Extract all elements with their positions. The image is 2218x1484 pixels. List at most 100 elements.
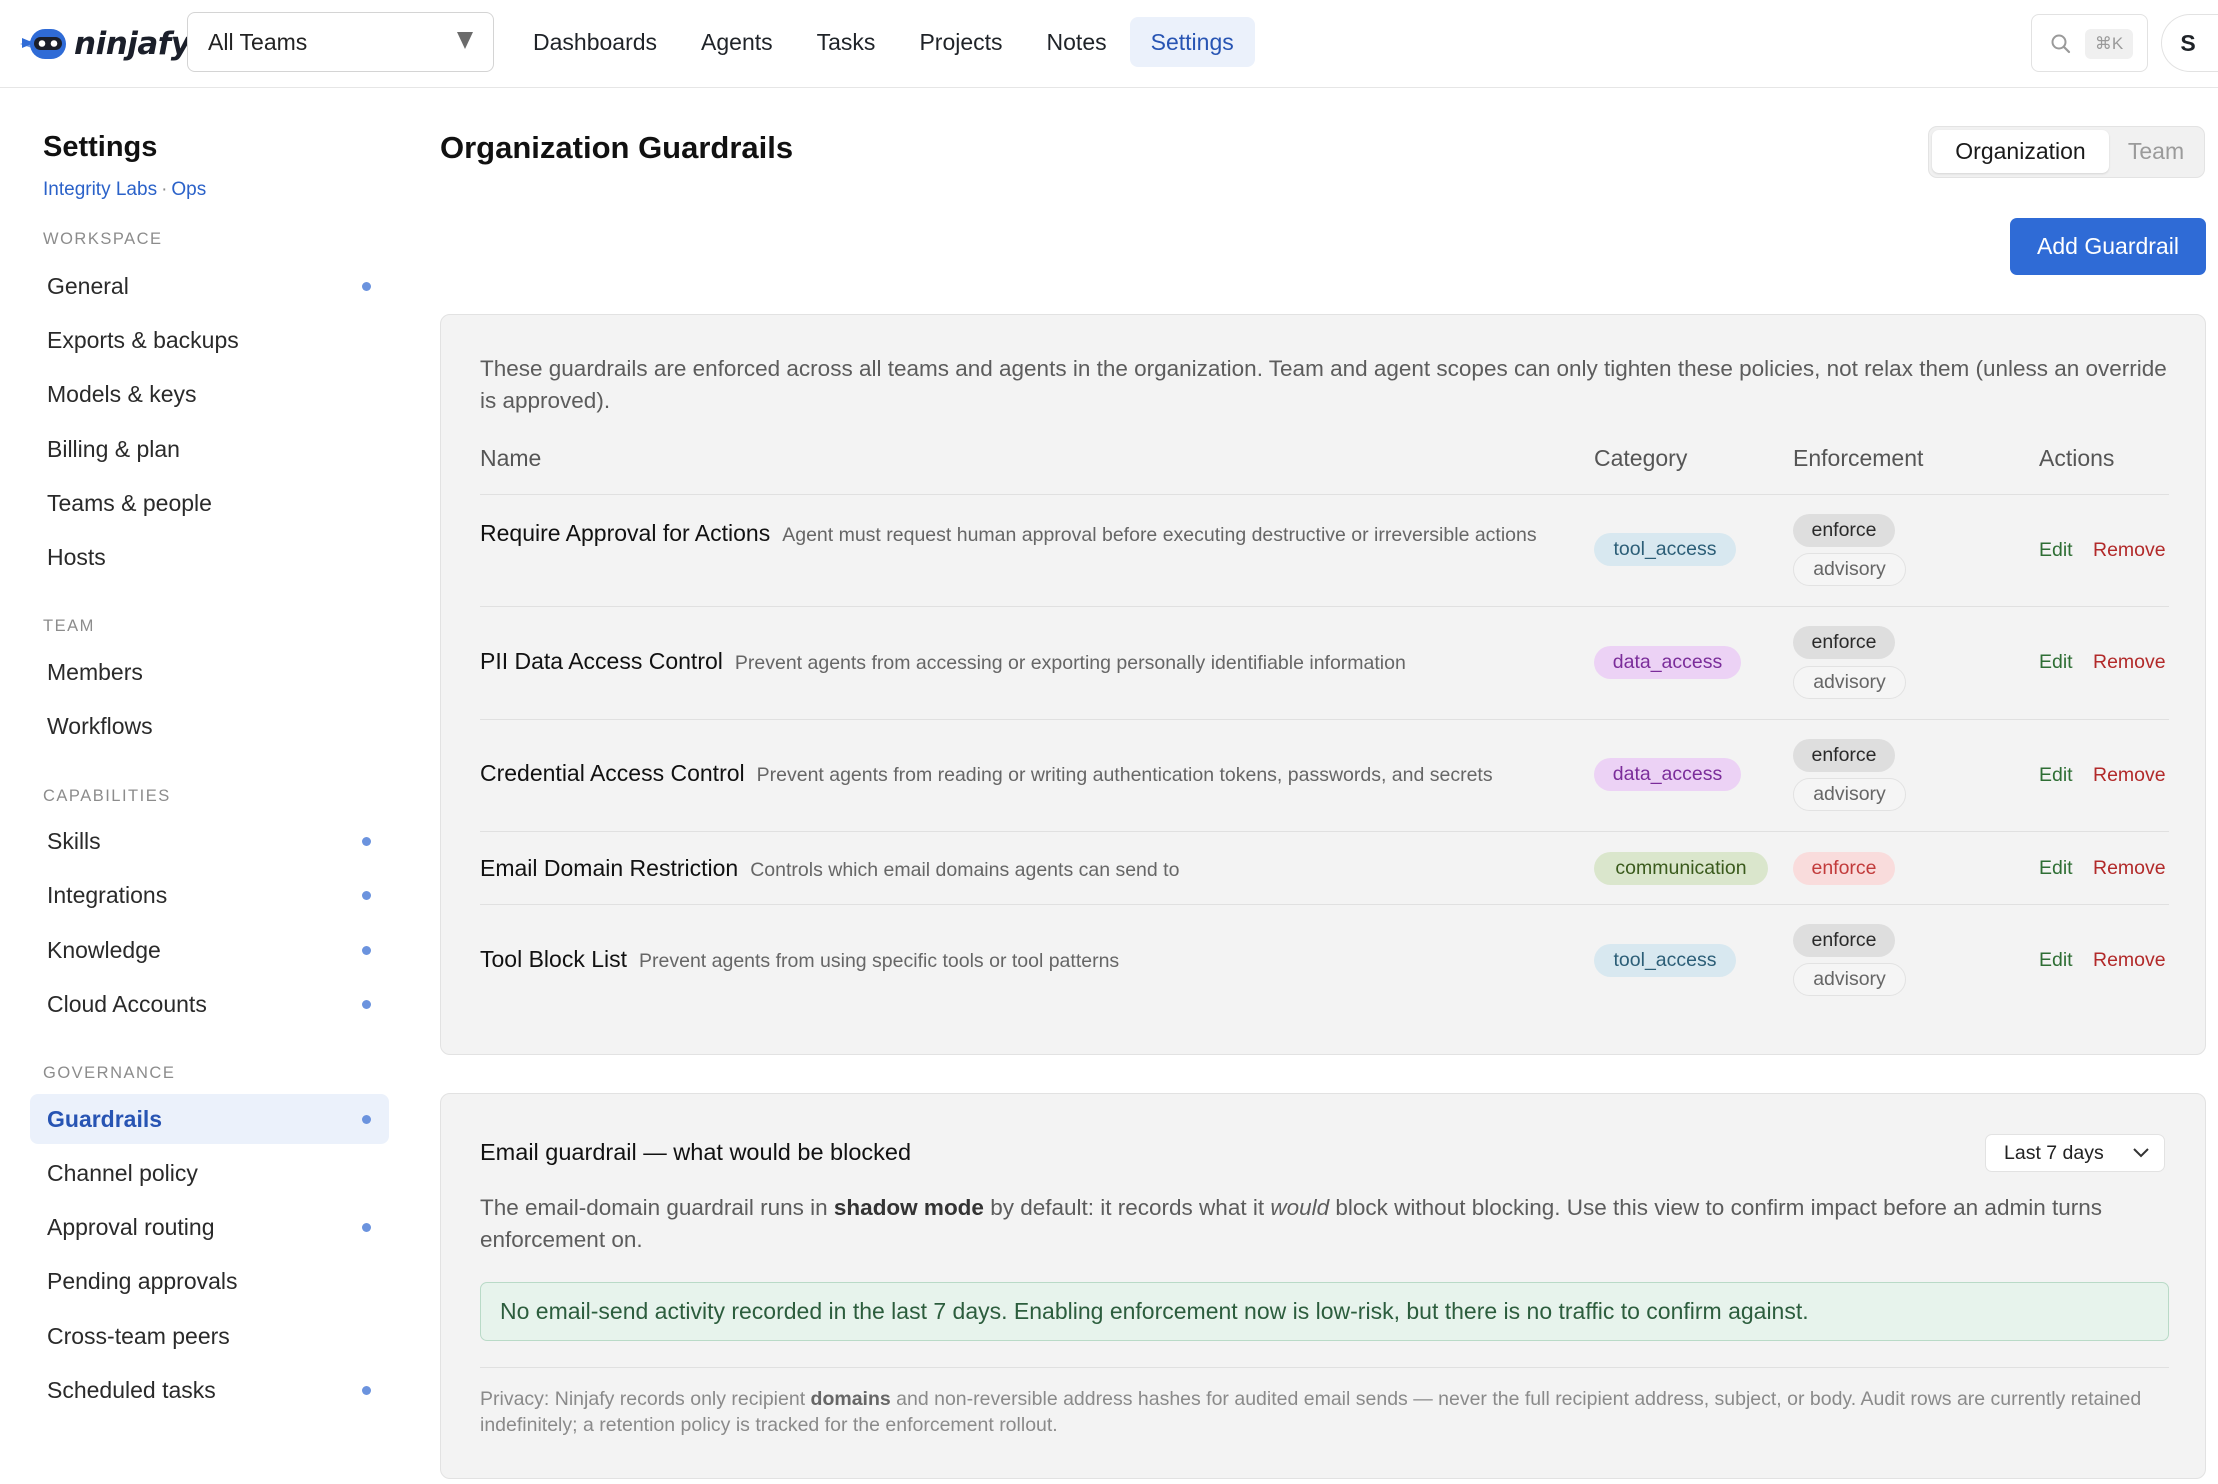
guardrail-name-cell: Credential Access Control Prevent agents …	[480, 757, 1590, 793]
chevron-down-icon	[2133, 1148, 2149, 1158]
remove-button[interactable]: Remove	[2093, 651, 2166, 674]
main-nav: Dashboards Agents Tasks Projects Notes S…	[512, 17, 1257, 67]
sidebar-item-label: Members	[47, 658, 143, 685]
sidebar-item-knowledge[interactable]: Knowledge	[30, 925, 389, 975]
scope-team[interactable]: Team	[2111, 130, 2201, 173]
status-dot	[362, 282, 371, 291]
edit-button[interactable]: Edit	[2039, 949, 2073, 972]
guardrail-name-cell: Email Domain Restriction Controls which e…	[480, 852, 1540, 888]
breadcrumb: Integrity Labs · Ops	[43, 179, 206, 201]
nav-projects[interactable]: Projects	[898, 17, 1023, 67]
guardrail-name-cell: Require Approval for Actions Agent must r…	[480, 517, 1540, 553]
remove-button[interactable]: Remove	[2093, 857, 2166, 880]
guardrail-name[interactable]: Tool Block List	[480, 946, 627, 972]
nav-agents[interactable]: Agents	[680, 17, 794, 67]
breadcrumb-org[interactable]: Integrity Labs	[43, 179, 157, 200]
sidebar-item-workflows[interactable]: Workflows	[30, 701, 389, 751]
guardrail-description: Controls which email domains agents can …	[750, 859, 1180, 881]
status-dot	[362, 837, 371, 846]
divider	[480, 1367, 2169, 1368]
status-dot	[362, 1000, 371, 1009]
guardrail-name[interactable]: PII Data Access Control	[480, 648, 723, 674]
guardrail-name[interactable]: Credential Access Control	[480, 760, 745, 786]
guardrail-name[interactable]: Email Domain Restriction	[480, 855, 738, 881]
brand-name: ninjafy	[74, 26, 191, 62]
guardrail-description: Agent must request human approval before…	[782, 524, 1537, 546]
sidebar-item-members[interactable]: Members	[30, 647, 389, 697]
nav-settings[interactable]: Settings	[1129, 17, 1255, 67]
sidebar-item-cloud-accounts[interactable]: Cloud Accounts	[30, 979, 389, 1029]
scope-toggle: Organization Team	[1928, 126, 2205, 178]
section-governance: GOVERNANCE	[43, 1064, 176, 1082]
enforce-option[interactable]: enforce	[1793, 924, 1895, 957]
sidebar-item-channel-policy[interactable]: Channel policy	[30, 1148, 389, 1198]
email-panel-description: The email-domain guardrail runs in shado…	[480, 1192, 2170, 1256]
edit-button[interactable]: Edit	[2039, 764, 2073, 787]
sidebar-item-skills[interactable]: Skills	[30, 816, 389, 866]
section-team: TEAM	[43, 617, 95, 635]
search-shortcut: ⌘K	[2085, 29, 2133, 59]
sidebar-item-general[interactable]: General	[30, 261, 389, 311]
add-guardrail-button[interactable]: Add Guardrail	[2010, 218, 2206, 275]
enforce-option[interactable]: enforce	[1793, 739, 1895, 772]
sidebar-item-models[interactable]: Models & keys	[30, 369, 389, 419]
description-emphasis: would	[1270, 1195, 1330, 1220]
sidebar-item-label: Pending approvals	[47, 1267, 238, 1294]
sidebar-title: Settings	[43, 131, 158, 163]
sidebar-item-approval-routing[interactable]: Approval routing	[30, 1202, 389, 1252]
sidebar-item-hosts[interactable]: Hosts	[30, 532, 389, 582]
description-text: by default: it records what it	[983, 1195, 1271, 1220]
enforce-option[interactable]: enforce	[1793, 514, 1895, 547]
edit-button[interactable]: Edit	[2039, 651, 2073, 674]
privacy-text: Privacy: Ninjafy records only recipient	[480, 1388, 811, 1410]
team-select-value: All Teams	[208, 28, 308, 55]
team-select[interactable]: All Teams	[187, 12, 494, 72]
category-badge: tool_access	[1594, 944, 1736, 977]
avatar[interactable]: S	[2161, 14, 2218, 72]
category-badge: data_access	[1594, 646, 1741, 679]
remove-button[interactable]: Remove	[2093, 539, 2166, 562]
guardrail-name[interactable]: Require Approval for Actions	[480, 520, 770, 546]
email-panel-title: Email guardrail — what would be blocked	[480, 1139, 912, 1165]
privacy-bold: domains	[810, 1388, 891, 1410]
edit-button[interactable]: Edit	[2039, 539, 2073, 562]
edit-button[interactable]: Edit	[2039, 857, 2073, 880]
sidebar-item-pending-approvals[interactable]: Pending approvals	[30, 1256, 389, 1306]
sidebar-item-guardrails[interactable]: Guardrails	[30, 1094, 389, 1144]
enforce-option[interactable]: enforce	[1793, 626, 1895, 659]
sidebar-item-label: Skills	[47, 827, 101, 854]
nav-notes[interactable]: Notes	[1026, 17, 1128, 67]
nav-tasks[interactable]: Tasks	[796, 17, 897, 67]
sidebar-item-label: Integrations	[47, 881, 168, 908]
section-capabilities: CAPABILITIES	[43, 787, 171, 805]
sidebar-item-label: Knowledge	[47, 936, 161, 963]
sidebar-item-cross-team-peers[interactable]: Cross-team peers	[30, 1311, 389, 1361]
advisory-option[interactable]: advisory	[1793, 963, 1906, 996]
advisory-option[interactable]: advisory	[1793, 778, 1906, 811]
scope-organization[interactable]: Organization	[1932, 130, 2109, 173]
breadcrumb-team[interactable]: Ops	[171, 179, 206, 200]
guardrail-description: Prevent agents from reading or writing a…	[756, 764, 1493, 786]
remove-button[interactable]: Remove	[2093, 764, 2166, 787]
status-dot	[362, 891, 371, 900]
advisory-option[interactable]: advisory	[1793, 666, 1906, 699]
sidebar-item-integrations[interactable]: Integrations	[30, 870, 389, 920]
sidebar-item-teams-people[interactable]: Teams & people	[30, 478, 389, 528]
search-button[interactable]: ⌘K	[2031, 14, 2148, 72]
time-range-select[interactable]: Last 7 days	[1985, 1134, 2165, 1172]
chevron-down-icon	[457, 32, 473, 49]
sidebar-item-exports[interactable]: Exports & backups	[30, 315, 389, 365]
table-row: Tool Block List Prevent agents from using…	[480, 905, 2169, 1016]
table-row: Credential Access Control Prevent agents …	[480, 720, 2169, 831]
time-range-value: Last 7 days	[2004, 1141, 2104, 1164]
guardrail-name-cell: PII Data Access Control Prevent agents fr…	[480, 645, 1540, 681]
sidebar-item-billing[interactable]: Billing & plan	[30, 424, 389, 474]
top-bar: ninjafy All Teams Dashboards Agents Task…	[0, 0, 2218, 88]
column-header-enforcement: Enforcement	[1793, 445, 1924, 471]
sidebar-item-scheduled-tasks[interactable]: Scheduled tasks	[30, 1365, 389, 1415]
remove-button[interactable]: Remove	[2093, 949, 2166, 972]
nav-dashboards[interactable]: Dashboards	[512, 17, 678, 67]
ninjafy-logo[interactable]: ninjafy	[20, 22, 191, 66]
sidebar-item-label: Hosts	[47, 543, 106, 570]
advisory-option[interactable]: advisory	[1793, 553, 1906, 586]
